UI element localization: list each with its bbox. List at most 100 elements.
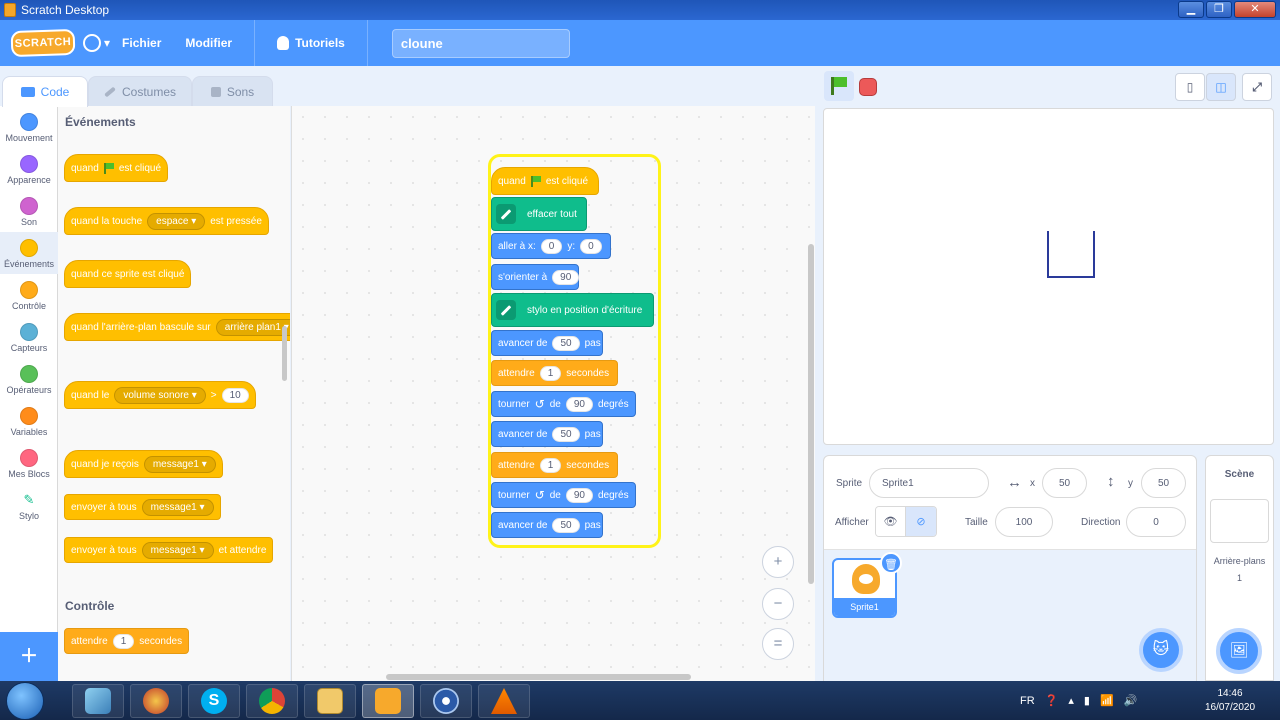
degrees-input[interactable]: 90 xyxy=(565,396,593,412)
category-pen[interactable]: ✎ Stylo xyxy=(0,484,58,526)
taskbar-scratch[interactable] xyxy=(362,684,414,718)
category-operators[interactable]: Opérateurs xyxy=(0,358,58,400)
zoom-in-button[interactable]: + xyxy=(762,546,794,578)
stage-selector[interactable]: Scène Arrière-plans 1 🖼 xyxy=(1205,455,1274,681)
key-dropdown[interactable]: espace ▾ xyxy=(147,212,206,230)
y-input[interactable]: 50 xyxy=(1141,468,1186,498)
minimize-button[interactable]: ▁ xyxy=(1178,1,1204,18)
block-when-backdrop-switches[interactable]: quand l'arrière-plan bascule sur arrière … xyxy=(64,313,290,341)
script-wait[interactable]: attendre 1 secondes xyxy=(491,452,618,478)
steps-input[interactable]: 50 xyxy=(552,517,580,533)
show-sprite-button[interactable]: 👁 xyxy=(876,507,907,536)
direction-input[interactable]: 90 xyxy=(552,269,580,285)
zoom-out-button[interactable]: − xyxy=(762,588,794,620)
steps-input[interactable]: 50 xyxy=(552,335,580,351)
add-sprite-button[interactable]: 🐱 xyxy=(1139,628,1183,672)
message-dropdown[interactable]: message1 ▾ xyxy=(141,541,214,559)
script-turn-left[interactable]: tourner ↺ de 90 degrés xyxy=(491,391,636,417)
message-dropdown[interactable]: message1 ▾ xyxy=(141,498,214,516)
menu-edit[interactable]: Modifier xyxy=(185,36,232,50)
taskbar-chrome[interactable] xyxy=(246,684,298,718)
script-move-steps[interactable]: avancer de 50 pas xyxy=(491,512,603,538)
delete-sprite-button[interactable]: 🗑 xyxy=(880,552,902,574)
script-pen-down[interactable]: stylo en position d'écriture xyxy=(491,293,654,327)
block-broadcast-and-wait[interactable]: envoyer à tous message1 ▾ et attendre xyxy=(64,537,274,563)
arrow-up-icon[interactable]: ▴ xyxy=(1068,694,1074,707)
scratch-logo[interactable]: SCRATCH xyxy=(10,28,76,58)
script-wait[interactable]: attendre 1 secondes xyxy=(491,360,618,386)
category-looks[interactable]: Apparence xyxy=(0,148,58,190)
start-button[interactable] xyxy=(6,682,44,720)
project-title-input[interactable]: cloune xyxy=(391,28,570,58)
menu-file[interactable]: Fichier xyxy=(122,36,161,50)
script-pen-clear[interactable]: effacer tout xyxy=(491,197,587,231)
category-variables[interactable]: Variables xyxy=(0,400,58,442)
script-area[interactable]: quand est cliqué effacer tout aller à x: 0… xyxy=(291,106,815,681)
block-wait[interactable]: attendre 1 secondes xyxy=(64,628,190,654)
x-input[interactable]: 50 xyxy=(1042,468,1087,498)
tab-code[interactable]: Code xyxy=(2,76,88,107)
large-stage-button[interactable]: ◫ xyxy=(1206,73,1236,101)
green-flag-button[interactable] xyxy=(824,71,854,101)
palette-scrollbar[interactable] xyxy=(282,326,287,381)
close-button[interactable]: ✕ xyxy=(1234,1,1276,18)
goto-x-input[interactable]: 0 xyxy=(540,238,563,254)
maximize-button[interactable]: ❐ xyxy=(1206,1,1232,18)
fullscreen-button[interactable]: ⤢ xyxy=(1242,73,1272,101)
sensor-dropdown[interactable]: volume sonore ▾ xyxy=(114,386,206,404)
taskbar-app-1[interactable] xyxy=(72,684,124,718)
language-menu[interactable]: ▾ xyxy=(83,34,110,52)
script-move-steps[interactable]: avancer de 50 pas xyxy=(491,330,603,356)
add-backdrop-button[interactable]: 🖼 xyxy=(1216,628,1262,674)
block-when-greater-than[interactable]: quand le volume sonore ▾ >10 xyxy=(64,381,256,409)
sprite-name-input[interactable]: Sprite1 xyxy=(869,468,989,498)
network-icon[interactable]: ▮ xyxy=(1084,694,1090,707)
taskbar-app-2[interactable] xyxy=(130,684,182,718)
volume-icon[interactable]: 🔊 xyxy=(1124,694,1138,707)
size-input[interactable]: 100 xyxy=(995,507,1053,537)
goto-y-input[interactable]: 0 xyxy=(580,238,602,254)
wait-seconds-input[interactable]: 1 xyxy=(112,633,135,649)
script-move-steps[interactable]: avancer de 50 pas xyxy=(491,421,603,447)
block-when-sprite-clicked[interactable]: quand ce sprite est cliqué xyxy=(64,260,192,288)
degrees-input[interactable]: 90 xyxy=(565,487,593,503)
add-extension-button[interactable]: ＋ xyxy=(0,632,58,681)
category-sound[interactable]: Son xyxy=(0,190,58,232)
wait-seconds-input[interactable]: 1 xyxy=(539,457,562,473)
taskbar-explorer[interactable] xyxy=(304,684,356,718)
stage-canvas[interactable] xyxy=(823,108,1274,445)
backdrop-thumbnail[interactable] xyxy=(1210,499,1269,543)
script-turn-left[interactable]: tourner ↺ de 90 degrés xyxy=(491,482,636,508)
direction-input[interactable]: 0 xyxy=(1126,507,1186,537)
taskbar-app-7[interactable] xyxy=(420,684,472,718)
script-vertical-scrollbar[interactable] xyxy=(808,244,814,584)
tab-costumes[interactable]: Costumes xyxy=(88,76,192,106)
block-when-key-pressed[interactable]: quand la touche espace ▾ est pressée xyxy=(64,207,269,235)
taskbar-skype[interactable]: S xyxy=(188,684,240,718)
message-dropdown[interactable]: message1 ▾ xyxy=(143,455,216,473)
language-indicator[interactable]: FR xyxy=(1020,695,1035,707)
category-sensing[interactable]: Capteurs xyxy=(0,316,58,358)
category-motion[interactable]: Mouvement xyxy=(0,106,58,148)
menu-tutorials[interactable]: Tutoriels xyxy=(277,36,345,50)
hide-sprite-button[interactable]: ⊘ xyxy=(906,507,936,536)
category-control[interactable]: Contrôle xyxy=(0,274,58,316)
threshold-input[interactable]: 10 xyxy=(221,387,249,403)
taskbar-vlc[interactable] xyxy=(478,684,530,718)
category-events[interactable]: Événements xyxy=(0,232,58,274)
taskbar-clock[interactable]: 14:46 16/07/2020 xyxy=(1200,687,1260,715)
help-icon[interactable]: ❓ xyxy=(1045,694,1059,707)
tab-sounds[interactable]: Sons xyxy=(192,76,273,106)
script-go-to-xy[interactable]: aller à x: 0 y: 0 xyxy=(491,233,611,259)
block-when-flag-clicked[interactable]: quand est cliqué xyxy=(64,154,169,182)
category-my-blocks[interactable]: Mes Blocs xyxy=(0,442,58,484)
zoom-reset-button[interactable]: = xyxy=(762,628,794,660)
signal-icon[interactable]: 📶 xyxy=(1100,694,1114,707)
steps-input[interactable]: 50 xyxy=(552,426,580,442)
script-horizontal-scrollbar[interactable] xyxy=(386,674,691,680)
small-stage-button[interactable]: ▯ xyxy=(1175,73,1205,101)
wait-seconds-input[interactable]: 1 xyxy=(539,365,562,381)
script-when-flag-clicked[interactable]: quand est cliqué xyxy=(491,167,599,195)
block-broadcast[interactable]: envoyer à tous message1 ▾ xyxy=(64,494,221,520)
script-point-in-direction[interactable]: s'orienter à 90 xyxy=(491,264,580,290)
